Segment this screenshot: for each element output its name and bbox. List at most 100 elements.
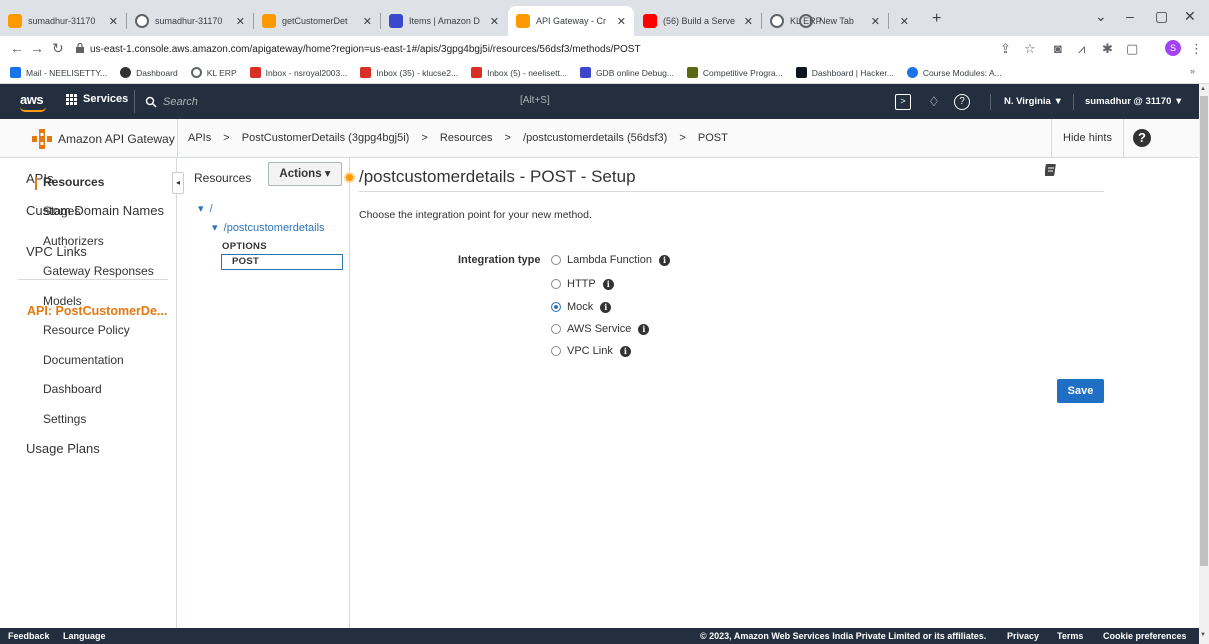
minimize-icon[interactable]: –	[1126, 8, 1134, 24]
bookmark-star-icon[interactable]: ☆	[1024, 41, 1036, 57]
radio-button-checked[interactable]	[551, 302, 561, 312]
info-icon[interactable]: i	[638, 323, 650, 335]
extensions-puzzle-icon[interactable]: ✱	[1102, 41, 1113, 57]
forward-arrow-icon[interactable]: →	[30, 40, 44, 56]
method-options[interactable]: OPTIONS	[222, 241, 267, 252]
terms-link[interactable]: Terms	[1057, 631, 1083, 641]
service-name[interactable]: Amazon API Gateway	[58, 132, 175, 146]
close-tab-icon[interactable]: ✕	[900, 15, 909, 28]
info-icon[interactable]: i	[600, 301, 612, 313]
help-icon[interactable]: ?	[954, 94, 970, 110]
hint-indicator-icon[interactable]	[344, 172, 355, 183]
browser-tab-active[interactable]: API Gateway - Cr ✕	[508, 6, 634, 36]
cookie-preferences-link[interactable]: Cookie preferences	[1103, 631, 1187, 641]
scrollbar-thumb[interactable]	[1200, 96, 1208, 566]
integration-option-http[interactable]: HTTP i	[551, 278, 614, 290]
bookmark-item[interactable]: Inbox (35) - klucse2...	[360, 67, 458, 78]
cloudshell-icon[interactable]: >	[895, 94, 911, 110]
sidebar-item-models[interactable]: Models	[43, 294, 82, 308]
bookmark-item[interactable]: Mail - NEELISETTY...	[10, 67, 107, 78]
close-tab-icon[interactable]: ✕	[744, 15, 753, 28]
privacy-link[interactable]: Privacy	[1007, 631, 1039, 641]
back-arrow-icon[interactable]: ←	[10, 40, 24, 56]
info-icon[interactable]: i	[619, 345, 631, 357]
tree-resource-postcustomerdetails[interactable]: ▾ /postcustomerdetails	[212, 221, 325, 234]
aws-search-input[interactable]: Search [Alt+S]	[134, 90, 574, 113]
extension-a-icon[interactable]: ⩘	[1078, 41, 1085, 57]
browser-tab[interactable]: (56) Build a Serve ✕	[635, 6, 761, 36]
sidebar-item-dashboard[interactable]: Dashboard	[43, 382, 102, 396]
integration-option-aws-service[interactable]: AWS Service i	[551, 323, 650, 335]
breadcrumb-api[interactable]: PostCustomerDetails (3gpg4bgj5i)	[242, 132, 410, 144]
scroll-down-icon[interactable]: ▼	[1200, 632, 1206, 638]
tab-search-chevron-icon[interactable]: ⌄	[1095, 8, 1107, 25]
feedback-link[interactable]: Feedback	[8, 631, 50, 641]
sidebar-item-resources[interactable]: Resources	[43, 175, 104, 189]
actions-dropdown-button[interactable]: Actions ▾	[268, 162, 342, 186]
scroll-up-icon[interactable]: ▲	[1200, 86, 1206, 92]
radio-button[interactable]	[551, 279, 561, 289]
camera-icon[interactable]: ◙	[1054, 41, 1062, 56]
browser-tab[interactable]: sumadhur-31170 ✕	[127, 6, 253, 36]
bookmark-item[interactable]: GDB online Debug...	[579, 67, 674, 78]
bookmark-item[interactable]: Competitive Progra...	[686, 67, 783, 78]
tree-root[interactable]: ▾ /	[198, 202, 213, 215]
browser-tab[interactable]: getCustomerDet ✕	[254, 6, 380, 36]
sidebar-item-gateway-responses[interactable]: Gateway Responses	[43, 264, 154, 278]
close-tab-icon[interactable]: ✕	[617, 15, 626, 28]
share-icon[interactable]: ⇪	[1000, 41, 1011, 57]
close-tab-icon[interactable]: ✕	[109, 15, 118, 28]
sidebar-item-authorizers[interactable]: Authorizers	[43, 234, 104, 248]
bookmark-item[interactable]: Dashboard | Hacker...	[795, 67, 894, 78]
browser-menu-icon[interactable]: ⋮	[1190, 41, 1203, 57]
info-icon[interactable]: i	[659, 254, 670, 266]
radio-button[interactable]	[551, 346, 561, 356]
new-tab-plus-icon[interactable]: +	[932, 10, 941, 28]
bookmark-item[interactable]: Course Modules: A...	[906, 67, 1002, 78]
bookmark-item[interactable]: Inbox - nsroyal2003...	[249, 67, 347, 78]
reload-icon[interactable]: ↻	[52, 40, 64, 57]
sidebar-item-usage-plans[interactable]: Usage Plans	[26, 441, 100, 456]
integration-option-mock[interactable]: Mock i	[551, 301, 612, 313]
browser-tab-newtab[interactable]: New Tab ✕	[791, 6, 917, 36]
bookmark-item[interactable]: KL ERP	[190, 67, 237, 78]
sidebar-item-stages[interactable]: Stages	[43, 204, 80, 218]
browser-tab[interactable]: Items | Amazon D ✕	[381, 6, 507, 36]
help-question-icon[interactable]: ?	[1133, 129, 1151, 147]
method-post[interactable]: POST	[221, 254, 343, 270]
side-panel-icon[interactable]: ▢	[1126, 41, 1138, 57]
notifications-bell-icon[interactable]: ♢	[926, 94, 942, 110]
notebook-icon[interactable]	[1045, 163, 1057, 177]
integration-option-vpc-link[interactable]: VPC Link i	[551, 345, 631, 357]
account-menu[interactable]: sumadhur @ 31170 ▼	[1085, 96, 1183, 107]
close-tab-icon[interactable]: ✕	[490, 15, 499, 28]
aws-logo[interactable]: aws	[20, 92, 44, 107]
collapse-sidebar-icon[interactable]: ◂	[172, 172, 184, 194]
maximize-icon[interactable]: ▢	[1155, 8, 1168, 25]
close-tab-icon[interactable]: ✕	[236, 15, 245, 28]
hide-hints-button[interactable]: Hide hints	[1051, 119, 1124, 158]
sidebar-item-settings[interactable]: Settings	[43, 412, 86, 426]
sidebar-item-resource-policy[interactable]: Resource Policy	[43, 323, 130, 337]
breadcrumb-apis[interactable]: APIs	[188, 132, 211, 144]
radio-button[interactable]	[551, 255, 561, 265]
services-button[interactable]: Services	[66, 93, 128, 105]
close-tab-icon[interactable]: ✕	[363, 15, 372, 28]
radio-button[interactable]	[551, 324, 561, 334]
region-selector[interactable]: N. Virginia ▼	[1004, 96, 1063, 107]
bookmark-item[interactable]: Dashboard	[120, 67, 178, 78]
save-button[interactable]: Save	[1057, 379, 1104, 403]
profile-avatar[interactable]: S	[1165, 40, 1181, 56]
info-icon[interactable]: i	[602, 278, 614, 290]
url-field[interactable]: us-east-1.console.aws.amazon.com/apigate…	[90, 44, 641, 55]
more-bookmarks-icon[interactable]: »	[1190, 66, 1195, 76]
close-window-icon[interactable]: ✕	[1184, 8, 1196, 25]
sidebar-item-documentation[interactable]: Documentation	[43, 353, 124, 367]
language-link[interactable]: Language	[63, 631, 106, 641]
browser-tab[interactable]: sumadhur-31170 ✕	[0, 6, 126, 36]
breadcrumb-resource[interactable]: /postcustomerdetails (56dsf3)	[523, 132, 667, 144]
bookmark-item[interactable]: Inbox (5) - neelisett...	[471, 67, 567, 78]
youtube-favicon-icon	[643, 14, 657, 28]
integration-option-lambda[interactable]: Lambda Function i	[551, 254, 670, 266]
breadcrumb-resources[interactable]: Resources	[440, 132, 493, 144]
